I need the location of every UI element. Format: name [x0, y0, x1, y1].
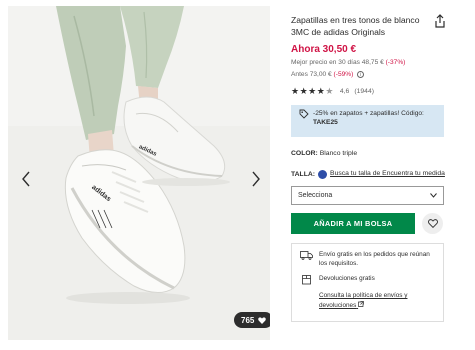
- save-for-later-button[interactable]: [422, 213, 443, 234]
- next-image-button[interactable]: [248, 168, 264, 190]
- shipping-text: Envío gratis en los pedidos que reúnan l…: [319, 251, 430, 267]
- promo-code: TAKE25: [313, 119, 338, 126]
- product-image-gallery[interactable]: adidas adidas 765: [8, 6, 270, 340]
- truck-icon: [300, 251, 313, 260]
- size-select[interactable]: Selecciona: [291, 186, 444, 205]
- delivery-info-box: Envío gratis en los pedidos que reúnan l…: [291, 243, 444, 322]
- star-icon: ★: [299, 86, 309, 96]
- color-value: Blanco triple: [319, 150, 358, 157]
- star-half-icon: ★: [325, 86, 334, 96]
- chevron-left-icon: [22, 171, 30, 187]
- purchase-actions: AÑADIR A MI BOLSA: [291, 213, 445, 234]
- star-icon: ★: [291, 86, 300, 96]
- return-box-icon: [302, 275, 311, 285]
- size-select-value: Selecciona: [298, 192, 333, 199]
- heart-outline-icon: [427, 219, 438, 228]
- promo-text: -25% en zapatos + zapatillas! Código:: [313, 110, 424, 117]
- returns-text: Devoluciones gratis: [319, 275, 375, 282]
- promo-text-block: -25% en zapatos + zapatillas! Código: TA…: [313, 109, 424, 137]
- chevron-right-icon: [252, 171, 260, 187]
- previous-price-discount: (-59%): [333, 71, 354, 78]
- likes-count: 765: [241, 315, 255, 325]
- shipping-row: Envío gratis en los pedidos que reúnan l…: [300, 251, 437, 268]
- rating-score: 4,6: [339, 88, 350, 95]
- size-label: TALLA:: [291, 171, 316, 178]
- product-photo: [8, 6, 270, 340]
- add-to-bag-button[interactable]: AÑADIR A MI BOLSA: [291, 213, 415, 234]
- product-info-panel: Zapatillas en tres tonos de blanco 3MC d…: [291, 14, 445, 322]
- best-price-label: Mejor precio en 30 días 48,75 €: [291, 59, 384, 66]
- chevron-down-icon: [430, 193, 437, 198]
- shipping-policy-link[interactable]: Consulta la política de envíos y devoluc…: [319, 291, 437, 311]
- promo-banner: -25% en zapatos + zapatillas! Código: TA…: [291, 105, 444, 137]
- color-label: COLOR:: [291, 150, 318, 157]
- best-price-discount: (-37%): [385, 59, 406, 66]
- heart-icon: [258, 316, 267, 324]
- rating-summary[interactable]: ★★★★★ 4,6 (1944): [291, 86, 445, 97]
- likes-counter[interactable]: 765: [234, 312, 270, 328]
- rating-count: (1944): [354, 88, 374, 95]
- current-price: Ahora 30,50 €: [291, 44, 357, 55]
- best-price-30-days: Mejor precio en 30 días 48,75 € (-37%): [291, 59, 445, 67]
- previous-price: Antes 73,00 € (-59%) i: [291, 71, 445, 79]
- previous-price-label: Antes 73,00 €: [291, 71, 332, 78]
- fit-finder-link[interactable]: Busca tu talla de Encuentra tu medida: [330, 169, 445, 178]
- fit-finder-icon: [318, 170, 328, 179]
- size-row: TALLA: Busca tu talla de Encuentra tu me…: [291, 169, 445, 179]
- external-link-icon: [358, 301, 364, 307]
- tag-icon: [299, 109, 309, 119]
- rating-stars: ★★★★★: [291, 86, 334, 97]
- returns-row: Devoluciones gratis: [300, 275, 437, 285]
- info-icon[interactable]: i: [357, 71, 365, 78]
- product-title: Zapatillas en tres tonos de blanco 3MC d…: [291, 15, 420, 37]
- star-icon: ★: [308, 86, 317, 96]
- previous-image-button[interactable]: [18, 168, 34, 190]
- color-selection: COLOR: Blanco triple: [291, 150, 445, 157]
